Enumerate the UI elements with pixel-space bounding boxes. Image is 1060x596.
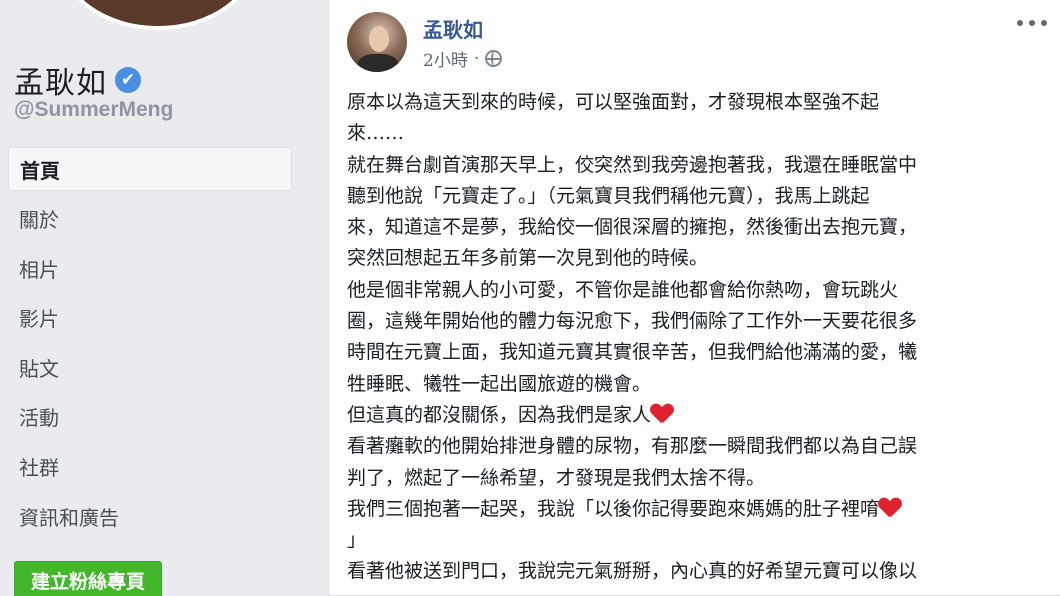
post-author[interactable]: 孟耿如 — [423, 14, 483, 43]
post-line: 時間在元寶上面，我知道元寶其實很辛苦，但我們給他滿滿的愛，犧 — [347, 341, 918, 364]
post-meta: 2小時 · — [423, 46, 503, 71]
post-timestamp[interactable]: 2小時 — [423, 46, 468, 71]
post-line: 判了，燃起了一絲希望，才發現是我們太捨不得。 — [347, 466, 766, 489]
post-line: 來，知道這不是夢，我給佼一個很深層的擁抱，然後衝出去抱元寶， — [347, 216, 918, 239]
post-line: 突然回想起五年多前第一次見到他的時候。 — [347, 247, 709, 270]
post-line: 圈，這幾年開始他的體力每況愈下，我們倆除了工作外一天要花很多 — [347, 310, 918, 333]
create-page-button[interactable]: 建立粉絲專頁 — [14, 561, 162, 596]
more-dot — [1017, 20, 1023, 26]
post-line: 聽到他說「元寶走了。」（元氣寶貝我們稱他元寶），我馬上跳起 — [347, 184, 870, 207]
post-line: 他是個非常親人的小可愛，不管你是誰他都會給你熱吻，會玩跳火 — [347, 278, 899, 301]
meta-separator: · — [473, 48, 480, 69]
page-handle[interactable]: @SummerMeng — [14, 98, 173, 122]
post-line: 但這真的都沒關係，因為我們是家人 — [347, 400, 1047, 431]
post-line: 」 — [347, 529, 367, 552]
nav-item-posts[interactable]: 貼文 — [8, 345, 292, 389]
more-dot — [1029, 20, 1035, 26]
author-avatar[interactable] — [347, 12, 407, 72]
nav-item-photos[interactable]: 相片 — [8, 246, 292, 290]
post-line: 原本以為這天到來的時候，可以堅強面對，才發現根本堅強不起 — [347, 91, 880, 113]
more-dot — [1041, 20, 1047, 26]
verified-badge-icon: ✔ — [115, 67, 141, 93]
page-name[interactable]: 孟耿如 — [14, 58, 107, 102]
nav-item-events[interactable]: 活動 — [8, 395, 292, 439]
post-line: 我們三個抱著一起哭，我說「以後你記得要跑來媽媽的肚子裡唷 — [347, 494, 1047, 525]
avatar-shirt — [357, 54, 399, 72]
nav-item-about[interactable]: 關於 — [8, 197, 292, 241]
post-card: 孟耿如 2小時 · 原本以為這天到來的時候，可以堅強面對，才發現根本堅強不起 來… — [328, 0, 1060, 596]
post-body: 原本以為這天到來的時候，可以堅強面對，才發現根本堅強不起 來…… 就在舞台劇首演… — [347, 87, 1047, 588]
nav-item-home[interactable]: 首頁 — [8, 147, 292, 191]
profile-picture[interactable] — [58, 0, 258, 30]
post-line: 就在舞台劇首演那天早上，佼突然到我旁邊抱著我，我還在睡眠當中 — [347, 153, 918, 176]
avatar-face — [369, 26, 389, 52]
page-name-row: 孟耿如 ✔ — [14, 58, 141, 102]
nav-item-info-ads[interactable]: 資訊和廣告 — [8, 494, 292, 538]
nav-item-videos[interactable]: 影片 — [8, 296, 292, 340]
globe-icon[interactable] — [485, 50, 503, 67]
more-options-icon[interactable] — [1017, 16, 1047, 30]
nav-item-community[interactable]: 社群 — [8, 445, 292, 489]
post-line: 看著癱軟的他開始排泄身體的尿物，有那麼一瞬間我們都以為自己誤 — [347, 435, 918, 458]
profile-picture-hair — [82, 0, 242, 26]
heart-emoji-icon — [651, 404, 673, 424]
post-line: 看著他被送到門口，我說完元氣掰掰，內心真的好希望元寶可以像以 — [347, 560, 918, 583]
page-nav: 首頁 關於 相片 影片 貼文 活動 社群 資訊和廣告 — [8, 147, 292, 544]
post-line: 來…… — [347, 122, 405, 145]
post-line: 牲睡眠、犧牲一起出國旅遊的機會。 — [347, 372, 652, 395]
left-sidebar: 孟耿如 ✔ @SummerMeng 首頁 關於 相片 影片 貼文 活動 社群 資… — [0, 0, 308, 596]
heart-emoji-icon — [879, 498, 901, 518]
